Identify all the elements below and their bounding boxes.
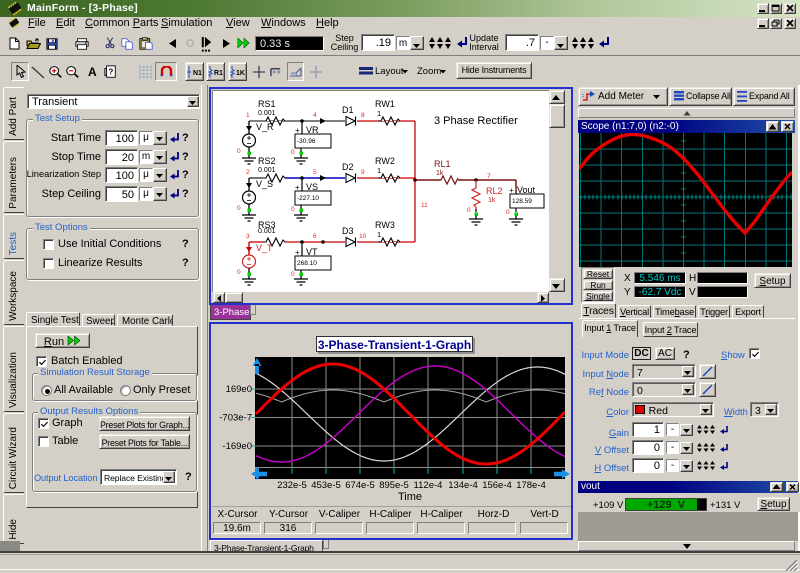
svg-text:0: 0 bbox=[237, 205, 241, 212]
svg-text:0.001: 0.001 bbox=[258, 167, 276, 174]
svg-text:1: 1 bbox=[377, 230, 381, 239]
svg-text:268.10: 268.10 bbox=[297, 260, 317, 267]
svg-text:169e0: 169e0 bbox=[226, 384, 252, 395]
svg-text:-227.10: -227.10 bbox=[297, 195, 319, 202]
svg-text:1k: 1k bbox=[436, 170, 444, 177]
svg-text:-703e-7: -703e-7 bbox=[219, 413, 252, 424]
svg-text:3 Phase Rectifier: 3 Phase Rectifier bbox=[434, 115, 518, 127]
svg-text:D3: D3 bbox=[342, 226, 354, 236]
svg-text:-30.96: -30.96 bbox=[297, 138, 316, 145]
svg-text:RL2: RL2 bbox=[486, 186, 503, 196]
svg-text:?: ? bbox=[109, 68, 114, 77]
svg-text:9: 9 bbox=[361, 169, 365, 176]
svg-text:2: 2 bbox=[246, 169, 250, 176]
svg-text:RW2: RW2 bbox=[375, 156, 395, 166]
svg-text:11: 11 bbox=[421, 202, 428, 209]
svg-text:0: 0 bbox=[291, 149, 295, 156]
svg-text:1: 1 bbox=[377, 109, 381, 118]
svg-text:D2: D2 bbox=[342, 162, 354, 172]
svg-text:7: 7 bbox=[487, 173, 491, 180]
svg-text:RW1: RW1 bbox=[375, 99, 395, 109]
svg-text:0: 0 bbox=[291, 206, 295, 213]
svg-text:1: 1 bbox=[246, 112, 250, 119]
svg-text:V_R: V_R bbox=[256, 122, 274, 132]
svg-text:1: 1 bbox=[377, 166, 381, 175]
svg-text:N1: N1 bbox=[193, 70, 202, 77]
svg-text:895e-5: 895e-5 bbox=[379, 480, 409, 491]
svg-text:V_S: V_S bbox=[256, 179, 273, 189]
svg-text:0: 0 bbox=[237, 148, 241, 155]
svg-text:1K: 1K bbox=[236, 70, 245, 77]
svg-text:8: 8 bbox=[361, 112, 365, 119]
svg-text:453e-5: 453e-5 bbox=[311, 480, 341, 491]
svg-text:674e-5: 674e-5 bbox=[345, 480, 375, 491]
svg-text:0: 0 bbox=[467, 207, 471, 214]
svg-text:3: 3 bbox=[246, 233, 250, 240]
svg-text:4: 4 bbox=[313, 112, 317, 119]
svg-text:6: 6 bbox=[313, 233, 317, 240]
svg-text:0: 0 bbox=[237, 269, 241, 276]
svg-text:10: 10 bbox=[359, 233, 367, 240]
svg-text:0: 0 bbox=[506, 209, 510, 216]
svg-text:134e-4: 134e-4 bbox=[448, 480, 478, 491]
svg-text:RS2: RS2 bbox=[258, 156, 276, 166]
svg-text:RW3: RW3 bbox=[375, 220, 395, 230]
svg-text:-169e0: -169e0 bbox=[222, 441, 252, 452]
svg-text:1k: 1k bbox=[488, 197, 496, 204]
svg-text:0.001: 0.001 bbox=[258, 110, 276, 117]
svg-text:RS1: RS1 bbox=[258, 99, 276, 109]
svg-text:D1: D1 bbox=[342, 105, 354, 115]
svg-text:V_T: V_T bbox=[256, 243, 273, 253]
svg-text:156e-4: 156e-4 bbox=[482, 480, 512, 491]
svg-text:Time: Time bbox=[398, 491, 422, 503]
svg-text:RL1: RL1 bbox=[434, 159, 451, 169]
svg-text:R1: R1 bbox=[214, 70, 223, 77]
svg-text:178e-4: 178e-4 bbox=[516, 480, 546, 491]
svg-text:112e-4: 112e-4 bbox=[414, 480, 443, 491]
svg-text:232e-5: 232e-5 bbox=[277, 480, 307, 491]
svg-text:128.59: 128.59 bbox=[512, 198, 532, 205]
svg-text:5: 5 bbox=[313, 169, 317, 176]
svg-text:0.001: 0.001 bbox=[258, 228, 276, 235]
svg-text:0: 0 bbox=[291, 271, 295, 278]
